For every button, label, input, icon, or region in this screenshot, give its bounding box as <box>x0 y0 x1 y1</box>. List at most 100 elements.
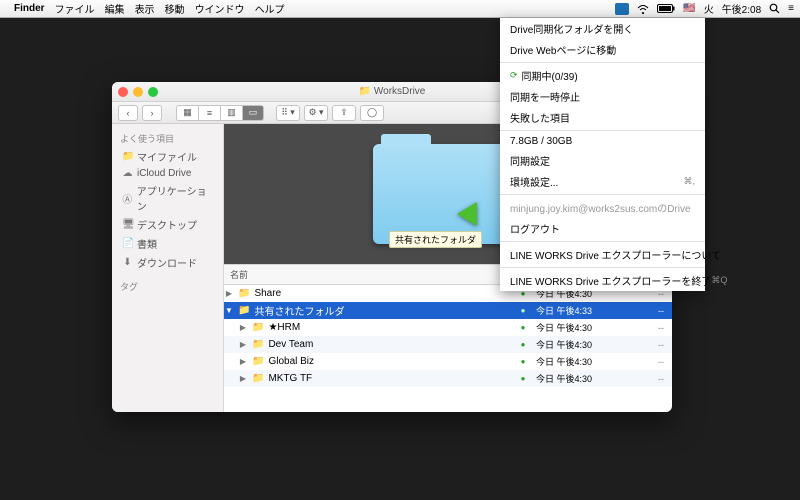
download-icon: ⬇ <box>122 257 133 268</box>
sidebar-item-label: iCloud Drive <box>137 168 191 179</box>
table-row[interactable]: ▶📁Global Biz●今日 午後4:30-- <box>224 353 672 370</box>
disclosure-triangle-icon[interactable]: ▶ <box>238 323 248 332</box>
column-name-header[interactable]: 名前 <box>224 265 514 284</box>
file-date: 今日 午後4:33 <box>532 304 627 317</box>
app-menu[interactable]: Finder <box>14 3 45 14</box>
sidebar-item-label: ダウンロード <box>137 255 197 270</box>
menu-edit[interactable]: 編集 <box>105 1 125 16</box>
sidebar-item-2[interactable]: Ⓐアプリケーション <box>112 181 223 215</box>
disclosure-triangle-icon[interactable]: ▼ <box>224 306 234 315</box>
file-size: -- <box>627 323 672 333</box>
sidebar-item-1[interactable]: ☁ iCloud Drive <box>112 166 223 181</box>
sidebar-item-label: 書類 <box>137 236 157 251</box>
disclosure-triangle-icon[interactable]: ▶ <box>238 340 248 349</box>
file-date: 今日 午後4:30 <box>532 372 627 385</box>
cloud-icon: ☁ <box>122 168 133 179</box>
sidebar-tags-header: タグ <box>112 278 223 295</box>
sync-status-icon: ● <box>514 357 532 366</box>
clock-day[interactable]: 火 <box>704 1 714 16</box>
share-button[interactable]: ⇪ <box>332 105 356 121</box>
drive-menu-quit[interactable]: LINE WORKS Drive エクスプローラーを終了⌘Q <box>500 270 705 291</box>
file-date: 今日 午後4:30 <box>532 321 627 334</box>
doc-icon: 📄 <box>122 238 133 249</box>
drive-menu: Drive同期化フォルダを開く Drive Webページに移動 ⟳同期中(0/3… <box>500 18 705 291</box>
back-button[interactable]: ‹ <box>118 105 138 121</box>
file-date: 今日 午後4:30 <box>532 355 627 368</box>
menu-view[interactable]: 表示 <box>135 1 155 16</box>
view-switcher: ▦ ≡ ▥ ▭ <box>176 105 264 121</box>
folder-icon: 📁 <box>359 86 371 97</box>
drive-menu-sync-settings[interactable]: 同期設定 <box>500 150 705 171</box>
sidebar-item-0[interactable]: 📁 マイファイル <box>112 147 223 166</box>
folder-icon: 📁 <box>252 356 264 367</box>
separator <box>500 241 705 242</box>
folder-icon: 📁 <box>252 322 264 333</box>
separator <box>500 62 705 63</box>
view-columns-button[interactable]: ▥ <box>220 105 242 121</box>
drive-menu-account: minjung.joy.kim@works2sus.comのDrive <box>500 197 705 218</box>
table-row[interactable]: ▶📁Dev Team●今日 午後4:30-- <box>224 336 672 353</box>
view-icons-button[interactable]: ▦ <box>176 105 198 121</box>
sidebar-item-4[interactable]: 📄 書類 <box>112 234 223 253</box>
battery-icon[interactable] <box>657 4 675 13</box>
drive-menu-open-web[interactable]: Drive Webページに移動 <box>500 39 705 60</box>
view-gallery-button[interactable]: ▭ <box>242 105 264 121</box>
sync-status-icon: ● <box>514 374 532 383</box>
file-name: MKTG TF <box>268 373 312 384</box>
arrange-button[interactable]: ⠿ ▾ <box>276 105 300 121</box>
zoom-button[interactable] <box>148 87 158 97</box>
sidebar: よく使う項目 📁マイファイル☁iCloud DriveⒶアプリケーション🖥デスク… <box>112 124 224 412</box>
file-date: 今日 午後4:30 <box>532 338 627 351</box>
forward-button[interactable]: › <box>142 105 162 121</box>
file-name: Dev Team <box>268 339 313 350</box>
menu-help[interactable]: ヘルプ <box>255 1 285 16</box>
disclosure-triangle-icon[interactable]: ▶ <box>224 289 234 298</box>
separator <box>500 194 705 195</box>
drive-menu-pause[interactable]: 同期を一時停止 <box>500 86 705 107</box>
drive-menu-quota: 7.8GB / 30GB <box>500 133 705 150</box>
table-row[interactable]: ▶📁★HRM●今日 午後4:30-- <box>224 319 672 336</box>
menu-window[interactable]: ウインドウ <box>195 1 245 16</box>
notification-center-icon[interactable]: ≡ <box>788 3 794 14</box>
drive-status-icon[interactable] <box>615 3 629 15</box>
menu-file[interactable]: ファイル <box>55 1 95 16</box>
menubar: Finder ファイル 編集 表示 移動 ウインドウ ヘルプ 🇺🇸 火 午後2:… <box>0 0 800 18</box>
share-arrow-icon <box>457 202 477 226</box>
folder-icon: 📁 <box>122 151 133 162</box>
file-name: ★HRM <box>268 322 300 333</box>
separator <box>500 267 705 268</box>
file-list: ▶📁Share●今日 午後4:30--▼📁共有されたフォルダ●今日 午後4:33… <box>224 285 672 387</box>
folder-icon: 📁 <box>238 288 250 299</box>
menu-go[interactable]: 移動 <box>165 1 185 16</box>
separator <box>500 130 705 131</box>
drive-menu-logout[interactable]: ログアウト <box>500 218 705 239</box>
close-button[interactable] <box>118 87 128 97</box>
view-list-button[interactable]: ≡ <box>198 105 220 121</box>
preview-tooltip: 共有されたフォルダ <box>389 231 482 248</box>
file-name: Share <box>254 288 281 299</box>
table-row[interactable]: ▼📁共有されたフォルダ●今日 午後4:33-- <box>224 302 672 319</box>
disclosure-triangle-icon[interactable]: ▶ <box>238 374 248 383</box>
clock-time[interactable]: 午後2:08 <box>722 1 761 16</box>
tags-button[interactable]: ◯ <box>360 105 384 121</box>
sidebar-item-label: マイファイル <box>137 149 197 164</box>
drive-menu-failed[interactable]: 失敗した項目 <box>500 107 705 128</box>
drive-menu-open-folder[interactable]: Drive同期化フォルダを開く <box>500 18 705 39</box>
drive-menu-syncing: ⟳同期中(0/39) <box>500 65 705 86</box>
folder-icon: 📁 <box>252 339 264 350</box>
input-menu-icon[interactable]: 🇺🇸 <box>683 3 695 14</box>
wifi-icon[interactable] <box>637 4 649 14</box>
minimize-button[interactable] <box>133 87 143 97</box>
sync-status-icon: ● <box>514 306 532 315</box>
file-size: -- <box>627 306 672 316</box>
spotlight-icon[interactable] <box>769 3 780 14</box>
table-row[interactable]: ▶📁MKTG TF●今日 午後4:30-- <box>224 370 672 387</box>
sidebar-item-5[interactable]: ⬇ ダウンロード <box>112 253 223 272</box>
drive-menu-about[interactable]: LINE WORKS Drive エクスプローラーについて <box>500 244 705 265</box>
disclosure-triangle-icon[interactable]: ▶ <box>238 357 248 366</box>
folder-icon: 📁 <box>252 373 264 384</box>
file-name: 共有されたフォルダ <box>254 303 344 318</box>
sidebar-item-3[interactable]: 🖥デスクトップ <box>112 215 223 234</box>
action-button[interactable]: ⚙ ▾ <box>304 105 328 121</box>
drive-menu-preferences[interactable]: 環境設定...⌘, <box>500 171 705 192</box>
